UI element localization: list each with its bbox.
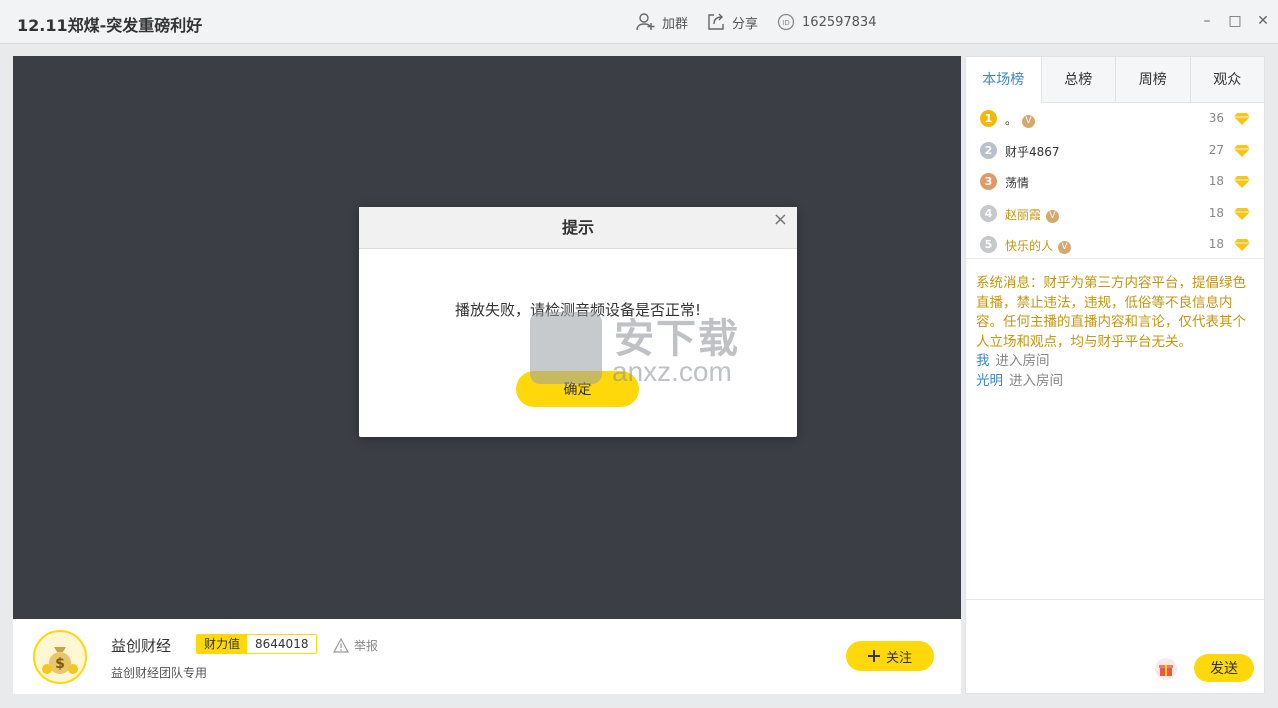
rank-user-label: 赵丽霞 <box>1005 207 1042 222</box>
chat-user[interactable]: 我 <box>976 353 990 369</box>
rank-medal-icon: 1 <box>980 110 997 127</box>
rank-user-label: 荡情 <box>1005 176 1030 190</box>
rank-score: 36 <box>1208 111 1224 125</box>
anchor-description: 益创财经团队专用 <box>111 666 208 680</box>
rank-medal-icon: 2 <box>980 141 997 159</box>
wealth-label: 财力值 <box>197 635 248 653</box>
join-group-label: 加群 <box>662 16 689 32</box>
rank-user-label: 。 <box>1005 113 1018 127</box>
rank-medal-icon: 3 <box>980 173 997 190</box>
svg-text:ID: ID <box>782 19 789 27</box>
room-id: ID 162597834 <box>776 12 876 32</box>
report-button[interactable]: 举报 <box>333 637 378 654</box>
chat-message: 我进入房间 <box>976 352 1254 372</box>
rank-user-name[interactable]: 荡情 <box>1005 174 1029 191</box>
diamond-icon <box>1234 113 1250 125</box>
close-icon[interactable]: ✕ <box>1256 14 1270 28</box>
ranking-list: 1。 V 36 2 财乎4867 27 3 荡情 18 4 赵丽霞 V 18 5 快乐的人 V 18 <box>966 103 1264 259</box>
plus-icon <box>867 650 880 662</box>
tab-this-session[interactable]: 本场榜 <box>966 57 1041 104</box>
rank-user-label: 财乎4867 <box>1005 144 1060 159</box>
id-icon: ID <box>777 13 795 31</box>
chat-text: 进入房间 <box>1009 372 1063 389</box>
diamond-icon <box>1234 239 1250 251</box>
rank-score: 18 <box>1208 205 1224 220</box>
join-group-button[interactable]: 加群 <box>636 12 688 32</box>
follow-label: 关注 <box>885 649 912 665</box>
anchor-avatar[interactable]: $ <box>33 630 87 684</box>
maximize-icon[interactable]: □ <box>1228 14 1242 28</box>
window-controls: – □ ✕ <box>1200 14 1270 28</box>
rank-score: 18 <box>1208 237 1224 251</box>
diamond-icon <box>1234 207 1250 220</box>
report-label: 举报 <box>354 639 379 653</box>
minimize-icon[interactable]: – <box>1200 14 1214 28</box>
rank-row[interactable]: 4 赵丽霞 V 18 <box>966 198 1264 230</box>
vip-icon: V <box>1058 241 1072 254</box>
panel-tabs: 本场榜 总榜 周榜 观众 <box>966 57 1265 104</box>
diamond-icon <box>1234 176 1250 188</box>
anchor-name: 益创财经 <box>111 637 172 655</box>
side-panel: 本场榜 总榜 周榜 观众 1。 V 36 2 财乎4867 27 3 荡情 18 4 赵丽霞 V 18 5… <box>965 56 1265 694</box>
tab-weekly[interactable]: 周榜 <box>1115 57 1190 103</box>
chat-input-area[interactable]: 发送 <box>966 599 1264 693</box>
top-actions: 加群 分享 ID 162597834 <box>636 12 876 32</box>
chat-message: 光明 进入房间 <box>976 372 1254 392</box>
rank-score: 18 <box>1208 174 1224 188</box>
system-message: 系统消息：财乎为第三方内容平台，提倡绿色直播，禁止违法，违规，低俗等不良信息内容… <box>976 275 1246 350</box>
tab-overall[interactable]: 总榜 <box>1040 57 1116 103</box>
follow-button[interactable]: 关注 <box>846 641 934 671</box>
rank-user-name[interactable]: 。 V <box>1005 111 1036 128</box>
rank-row[interactable]: 1。 V 36 <box>966 103 1264 135</box>
wealth-badge: 财力值 8644018 <box>196 634 318 654</box>
dialog-title: 提示 <box>359 207 797 249</box>
money-bag-icon: $ <box>42 647 78 674</box>
chat-user[interactable]: 光明 <box>976 373 1003 389</box>
rank-user-name[interactable]: 财乎4867 <box>1005 143 1060 160</box>
gift-icon[interactable] <box>1155 658 1177 680</box>
diamond-icon <box>1234 144 1250 157</box>
rank-user-name[interactable]: 快乐的人 V <box>1005 237 1072 254</box>
dialog-message: 播放失败，请检测音频设备是否正常! <box>454 301 701 319</box>
dialog-close-icon[interactable]: × <box>773 209 788 230</box>
rank-row[interactable]: 5 快乐的人 V 18 <box>966 229 1264 258</box>
vip-icon: V <box>1046 209 1060 223</box>
dialog-ok-button[interactable]: 确定 <box>516 371 639 407</box>
title-bar: 12.11郑煤-突发重磅利好 加群 分享 ID 162597834 – □ ✕ <box>0 0 1278 44</box>
share-icon <box>708 13 724 30</box>
anchor-bar: $ 益创财经 财力值 8644018 举报 益创财经团队专用 关注 <box>13 619 961 694</box>
vip-icon: V <box>1022 115 1036 128</box>
room-id-value: 162597834 <box>802 14 877 30</box>
chat-area: 系统消息：财乎为第三方内容平台，提倡绿色直播，禁止违法，违规，低俗等不良信息内容… <box>966 274 1264 391</box>
wealth-value: 8644018 <box>247 635 317 653</box>
rank-user-name[interactable]: 赵丽霞 V <box>1005 206 1060 223</box>
chat-text: 进入房间 <box>995 353 1050 369</box>
rank-score: 27 <box>1208 142 1224 157</box>
rank-medal-icon: 4 <box>980 204 997 222</box>
rank-user-label: 快乐的人 <box>1005 239 1054 253</box>
add-user-icon <box>636 13 655 31</box>
warning-icon <box>333 638 349 653</box>
alert-dialog: 提示 × 播放失败，请检测音频设备是否正常! 确定 <box>359 207 797 437</box>
share-button[interactable]: 分享 <box>706 12 758 32</box>
rank-medal-icon: 5 <box>980 236 997 253</box>
share-label: 分享 <box>732 16 759 32</box>
rank-row[interactable]: 2 财乎4867 27 <box>966 135 1264 167</box>
svg-text:$: $ <box>55 656 65 672</box>
send-button[interactable]: 发送 <box>1194 654 1254 682</box>
rank-row[interactable]: 3 荡情 18 <box>966 166 1264 198</box>
tab-viewers[interactable]: 观众 <box>1189 57 1265 103</box>
window-title: 12.11郑煤-突发重磅利好 <box>17 16 203 35</box>
